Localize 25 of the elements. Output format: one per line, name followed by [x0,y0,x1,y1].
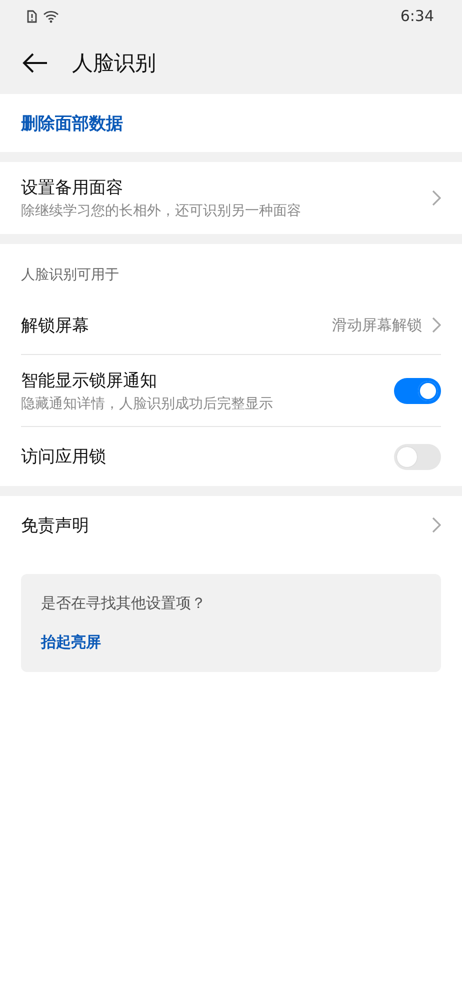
toggle-switch[interactable] [394,444,441,470]
toggle-switch[interactable] [394,378,441,404]
row-label: 设置备用面容 [21,177,124,199]
wifi-icon [43,10,59,22]
back-button[interactable] [22,52,48,74]
row-label: 免责声明 [21,514,90,536]
row-value: 滑动屏幕解锁 [332,316,422,334]
page-title: 人脸识别 [72,50,156,77]
status-time: 6:34 [400,7,434,25]
sim-alert-icon [27,10,37,22]
suggestion-question: 是否在寻找其他设置项？ [41,594,206,613]
row-label: 解锁屏幕 [21,314,90,336]
row-subtitle: 除继续学习您的长相外，还可识别另一种面容 [21,202,302,220]
row-label: 智能显示锁屏通知 [21,370,158,392]
row-subtitle: 隐藏通知详情，人脸识别成功后完整显示 [21,394,274,412]
settings-row[interactable]: 设置备用面容 除继续学习您的长相外，还可识别另一种面容 [21,162,441,234]
chevron-right-icon [432,517,441,533]
delete-face-data-link[interactable]: 删除面部数据 [21,112,123,134]
suggestion-link[interactable]: 抬起亮屏 [41,633,101,652]
chevron-right-icon [432,317,441,333]
row-label: 访问应用锁 [21,446,107,468]
settings-row[interactable]: 免责声明 [21,496,441,554]
chevron-right-icon [432,190,441,206]
settings-row[interactable]: 解锁屏幕 滑动屏幕解锁 [21,296,441,354]
section-caption: 人脸识别可用于 [21,266,120,285]
